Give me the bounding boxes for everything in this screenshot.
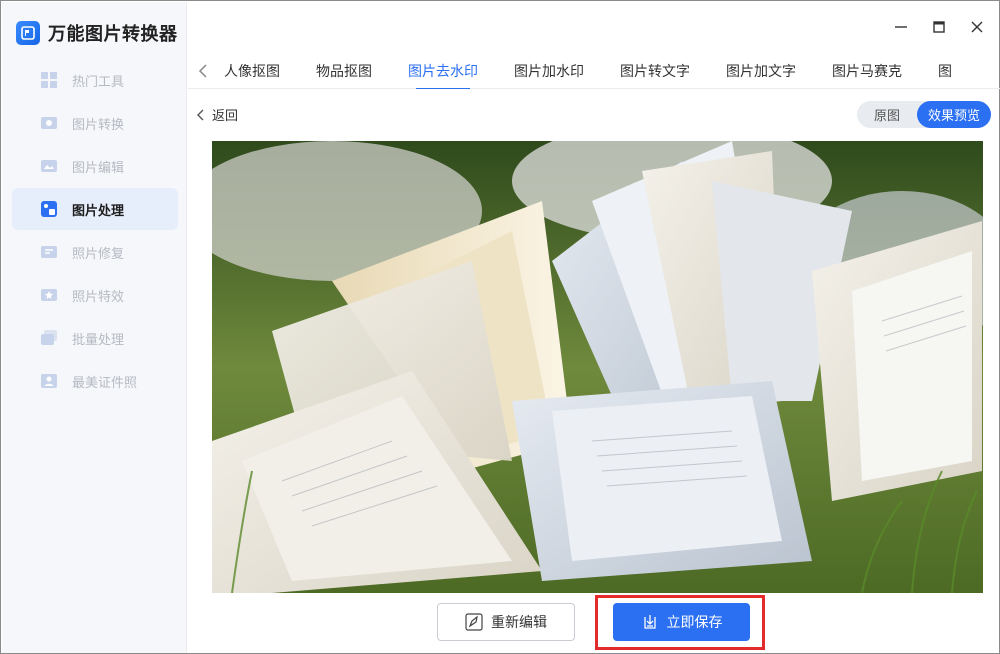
sidebar-item-photo-effects[interactable]: 照片特效	[12, 274, 178, 316]
chevron-left-icon	[196, 108, 206, 122]
close-icon[interactable]	[969, 19, 985, 35]
toggle-original[interactable]: 原图	[857, 101, 917, 128]
sidebar-item-image-process[interactable]: 图片处理	[12, 188, 178, 230]
save-label: 立即保存	[666, 615, 723, 631]
app-header: 万能图片转换器	[16, 16, 178, 50]
sidebar-item-hot-tools[interactable]: 热门工具	[12, 59, 178, 101]
tab-image-to-text[interactable]: 图片转文字	[620, 53, 690, 89]
image-convert-icon	[40, 114, 58, 132]
tab-add-text[interactable]: 图片加文字	[726, 53, 796, 89]
sidebar-item-id-photo[interactable]: 最美证件照	[12, 360, 178, 402]
maximize-icon[interactable]	[931, 19, 947, 35]
image-process-icon	[40, 200, 58, 218]
tab-overflow[interactable]: 图	[938, 53, 952, 89]
photo-repair-icon	[40, 243, 58, 261]
pen-icon	[465, 613, 483, 631]
download-icon	[641, 613, 659, 631]
photo-effects-icon	[40, 286, 58, 304]
toggle-effect-preview[interactable]: 效果预览	[917, 101, 991, 128]
tool-tabs-bar: 人像抠图 物品抠图 图片去水印 图片加水印 图片转文字 图片加文字 图片马赛克 …	[188, 53, 1000, 89]
chevron-left-icon[interactable]	[196, 62, 210, 80]
sidebar-item-label: 图片转换	[72, 117, 125, 133]
sidebar-item-label: 热门工具	[72, 74, 125, 90]
tab-remove-watermark[interactable]: 图片去水印	[408, 53, 478, 89]
tool-tabs: 人像抠图 物品抠图 图片去水印 图片加水印 图片转文字 图片加文字 图片马赛克 …	[224, 53, 994, 89]
tab-mosaic[interactable]: 图片马赛克	[832, 53, 902, 89]
back-label: 返回	[212, 109, 239, 124]
reedit-button[interactable]: 重新编辑	[437, 603, 575, 641]
sidebar-item-label: 图片处理	[72, 203, 125, 219]
id-photo-icon	[40, 372, 58, 390]
sidebar-item-image-edit[interactable]: 图片编辑	[12, 145, 178, 187]
back-button[interactable]: 返回	[196, 105, 238, 124]
image-edit-icon	[40, 157, 58, 175]
grid-icon	[40, 71, 58, 89]
minimize-icon[interactable]	[893, 19, 909, 35]
sidebar-item-batch[interactable]: 批量处理	[12, 317, 178, 359]
app-logo-icon	[16, 21, 40, 45]
tab-add-watermark[interactable]: 图片加水印	[514, 53, 584, 89]
sidebar-item-label: 最美证件照	[72, 375, 138, 391]
app-window: 万能图片转换器 热门工具 图片转换 图片编辑 图片处理 照片修复 照片特效 批量…	[0, 0, 1000, 654]
tab-portrait-cutout[interactable]: 人像抠图	[224, 53, 280, 89]
window-controls	[893, 19, 985, 35]
sidebar-item-label: 照片特效	[72, 289, 125, 305]
tab-object-cutout[interactable]: 物品抠图	[316, 53, 372, 89]
save-now-button[interactable]: 立即保存	[613, 603, 750, 641]
batch-icon	[40, 329, 58, 347]
app-title: 万能图片转换器	[48, 24, 178, 45]
view-toggle: 原图 效果预览	[857, 101, 991, 128]
sidebar-item-label: 图片编辑	[72, 160, 125, 176]
sidebar-item-label: 照片修复	[72, 246, 125, 262]
sidebar: 万能图片转换器 热门工具 图片转换 图片编辑 图片处理 照片修复 照片特效 批量…	[2, 2, 187, 653]
sidebar-nav: 热门工具 图片转换 图片编辑 图片处理 照片修复 照片特效 批量处理 最美证件照	[12, 59, 178, 403]
preview-image	[212, 141, 983, 593]
sidebar-item-image-convert[interactable]: 图片转换	[12, 102, 178, 144]
sidebar-item-label: 批量处理	[72, 332, 125, 348]
reedit-label: 重新编辑	[491, 615, 547, 631]
sidebar-item-photo-repair[interactable]: 照片修复	[12, 231, 178, 273]
books-photo	[212, 141, 983, 593]
